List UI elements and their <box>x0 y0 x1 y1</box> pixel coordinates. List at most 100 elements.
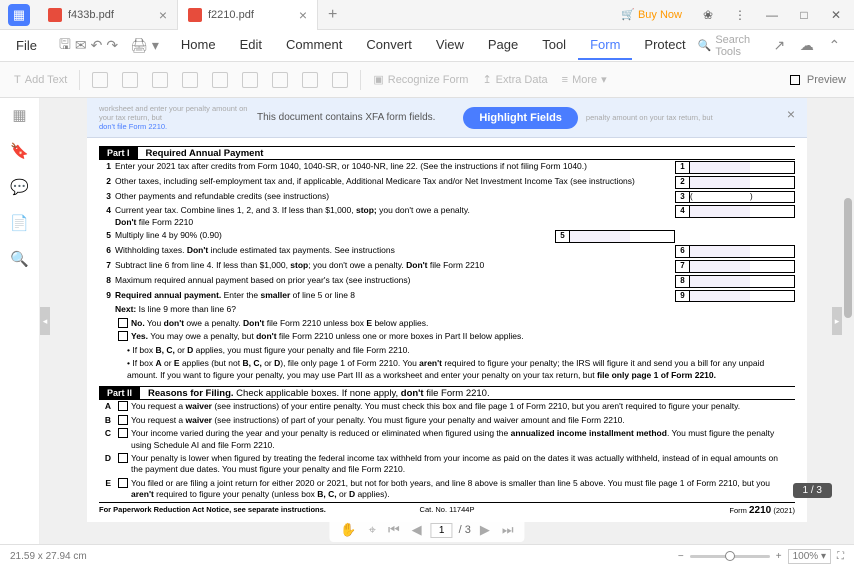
checkbox-reason-c[interactable] <box>118 428 128 438</box>
save-icon[interactable]: 🖫 <box>59 34 71 58</box>
zoom-in-button[interactable]: + <box>776 551 782 562</box>
checkbox-yes[interactable] <box>118 331 128 341</box>
tab-label: f433b.pdf <box>68 9 114 21</box>
next-page-button[interactable]: ▶ <box>477 522 493 538</box>
page-input[interactable] <box>431 523 453 538</box>
preview-toggle[interactable]: Preview <box>787 74 846 86</box>
checkbox-reason-d[interactable] <box>118 453 128 463</box>
add-text-tool[interactable]: TAdd Text <box>8 70 73 90</box>
document-viewport[interactable]: worksheet and enter your penalty amount … <box>40 98 854 544</box>
buy-now-link[interactable]: 🛒 Buy Now <box>621 8 682 21</box>
file-menu[interactable]: File <box>4 34 49 57</box>
button-tool[interactable] <box>236 68 264 92</box>
thumbnails-icon[interactable]: ▦ <box>11 106 29 124</box>
undo-icon[interactable]: ↶ <box>91 34 103 58</box>
date-tool[interactable] <box>326 68 354 92</box>
text-icon: T <box>14 74 21 86</box>
checkbox-no[interactable] <box>118 318 128 328</box>
prev-page-button[interactable]: ◀ <box>409 522 425 538</box>
part-1-header: Part I Required Annual Payment <box>99 146 795 160</box>
hand-tool-icon[interactable]: ✋ <box>337 522 359 538</box>
tab-view[interactable]: View <box>424 31 476 60</box>
tab-edit[interactable]: Edit <box>228 31 274 60</box>
combo-tool[interactable] <box>176 68 204 92</box>
field-line-8[interactable] <box>690 276 750 287</box>
first-page-button[interactable]: ⏮ <box>385 522 403 538</box>
recognize-form-button[interactable]: ▣Recognize Form <box>367 69 474 90</box>
field-line-5[interactable] <box>570 231 630 242</box>
image-tool[interactable] <box>266 68 294 92</box>
field-line-7[interactable] <box>690 261 750 272</box>
redo-icon[interactable]: ↷ <box>106 34 118 58</box>
tab-tool[interactable]: Tool <box>530 31 578 60</box>
field-line-9[interactable] <box>690 291 750 302</box>
pdf-icon <box>188 8 202 22</box>
checkbox-tool[interactable] <box>116 68 144 92</box>
close-window-button[interactable]: ✕ <box>822 0 850 30</box>
select-tool-icon[interactable]: ⌖ <box>366 522 379 538</box>
image-icon <box>272 72 288 88</box>
extra-data-button[interactable]: ↥Extra Data <box>476 69 553 90</box>
new-tab-button[interactable]: + <box>318 6 347 24</box>
close-icon[interactable]: × <box>299 7 307 23</box>
field-line-2[interactable] <box>690 177 750 188</box>
highlight-fields-button[interactable]: Highlight Fields <box>463 107 578 129</box>
pdf-icon <box>48 8 62 22</box>
chevron-down-icon[interactable]: ▾ <box>152 34 159 58</box>
mail-icon[interactable]: ✉ <box>75 34 87 58</box>
last-page-button[interactable]: ⏭ <box>499 522 517 538</box>
next-pane-button[interactable]: ▸ <box>832 307 842 335</box>
scrollbar-thumb[interactable] <box>844 198 852 318</box>
menu-icon[interactable]: ⋮ <box>726 0 754 30</box>
checkbox-reason-e[interactable] <box>118 478 128 488</box>
tab-f2210[interactable]: f2210.pdf × <box>178 0 318 30</box>
tab-f433b[interactable]: f433b.pdf × <box>38 0 178 30</box>
radio-icon <box>152 72 168 88</box>
maximize-button[interactable]: □ <box>790 0 818 30</box>
field-icon <box>92 72 108 88</box>
field-line-3[interactable]: ( <box>690 192 750 203</box>
search-panel-icon[interactable]: 🔍 <box>11 250 29 268</box>
field-line-4[interactable] <box>690 206 750 217</box>
field-line-6[interactable] <box>690 246 750 257</box>
minimize-button[interactable]: — <box>758 0 786 30</box>
checkbox-reason-a[interactable] <box>118 401 128 411</box>
fit-page-icon[interactable]: ⛶ <box>837 551 844 562</box>
search-tools[interactable]: 🔍 Search Tools <box>698 34 764 58</box>
form-field-tool[interactable] <box>86 68 114 92</box>
zoom-thumb[interactable] <box>725 551 735 561</box>
part-2-header: Part II Reasons for Filing. Check applic… <box>99 386 795 400</box>
tab-form[interactable]: Form <box>578 31 632 60</box>
tab-page[interactable]: Page <box>476 31 530 60</box>
checkbox-reason-b[interactable] <box>118 415 128 425</box>
list-tool[interactable] <box>206 68 234 92</box>
chevron-down-icon: ▾ <box>601 73 607 86</box>
zoom-slider[interactable] <box>690 555 770 558</box>
radio-tool[interactable] <box>146 68 174 92</box>
attachments-icon[interactable]: 📄 <box>11 214 29 232</box>
prev-pane-button[interactable]: ◂ <box>40 307 50 335</box>
cloud-icon[interactable]: ☁ <box>797 34 817 58</box>
share-icon[interactable]: ↗ <box>770 34 790 58</box>
tab-home[interactable]: Home <box>169 31 228 60</box>
print-icon[interactable]: 🖨 <box>130 34 148 58</box>
zoom-out-button[interactable]: − <box>678 551 684 562</box>
more-button[interactable]: ≡More ▾ <box>556 69 613 90</box>
combo-icon <box>182 72 198 88</box>
field-line-1[interactable] <box>690 162 750 173</box>
tab-protect[interactable]: Protect <box>632 31 697 60</box>
search-icon: 🔍 <box>698 39 712 52</box>
tab-comment[interactable]: Comment <box>274 31 354 60</box>
styles-icon[interactable]: ❀ <box>694 0 722 30</box>
xfa-banner: worksheet and enter your penalty amount … <box>87 98 807 138</box>
close-banner-icon[interactable]: × <box>787 106 795 122</box>
comments-icon[interactable]: 💬 <box>11 178 29 196</box>
recognize-icon: ▣ <box>373 73 383 86</box>
bookmarks-icon[interactable]: 🔖 <box>11 142 29 160</box>
close-icon[interactable]: × <box>159 7 167 23</box>
sig-tool[interactable] <box>296 68 324 92</box>
zoom-select[interactable]: 100% ▾ <box>788 549 831 564</box>
xfa-message: This document contains XFA form fields. <box>257 112 435 123</box>
tab-convert[interactable]: Convert <box>354 31 424 60</box>
collapse-ribbon-icon[interactable]: ⌃ <box>825 34 845 58</box>
